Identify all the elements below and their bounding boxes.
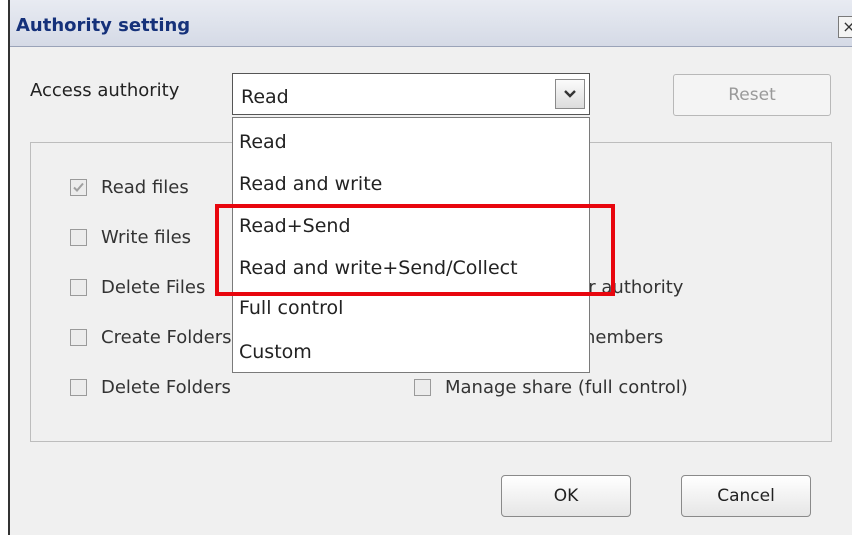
checkbox[interactable]	[70, 179, 87, 196]
reset-button[interactable]: Reset	[673, 74, 831, 116]
close-button[interactable]: ×	[838, 16, 852, 38]
dialog-title: Authority setting	[16, 15, 191, 36]
check-icon	[73, 182, 84, 192]
checkbox[interactable]	[70, 379, 87, 396]
ok-button[interactable]: OK	[501, 475, 631, 517]
checkbox[interactable]	[70, 329, 87, 346]
dropdown-option-full-control[interactable]: Full control	[239, 290, 343, 326]
dropdown-option-read-write-send-collect[interactable]: Read and write+Send/Collect	[239, 250, 518, 286]
checkbox-label: Read files	[101, 177, 189, 198]
access-authority-dropdown-list: Read Read and write Read+Send Read and w…	[232, 117, 590, 373]
dropdown-option-read[interactable]: Read	[239, 124, 287, 160]
checkbox-label: Delete Folders	[101, 377, 231, 398]
dropdown-option-read-send[interactable]: Read+Send	[239, 208, 351, 244]
checkbox[interactable]	[70, 279, 87, 296]
checkbox-label: Create Folders	[101, 327, 232, 348]
dropdown-toggle-button[interactable]	[555, 79, 585, 109]
chevron-down-icon	[564, 90, 576, 98]
dropdown-option-read-and-write[interactable]: Read and write	[239, 166, 382, 202]
checkbox[interactable]	[70, 229, 87, 246]
dropdown-option-custom[interactable]: Custom	[239, 334, 312, 370]
checkbox[interactable]	[414, 379, 431, 396]
checkbox-label: Write files	[101, 227, 192, 248]
cancel-button[interactable]: Cancel	[681, 475, 811, 517]
checkbox-label: Manage share (full control)	[445, 377, 688, 398]
close-icon: ×	[842, 17, 852, 36]
checkbox-label: Delete Files	[101, 277, 206, 298]
dialog-titlebar: Authority setting ×	[10, 0, 852, 47]
access-authority-value: Read	[241, 86, 289, 108]
access-authority-label: Access authority	[30, 80, 180, 101]
access-authority-select[interactable]: Read	[232, 73, 590, 115]
